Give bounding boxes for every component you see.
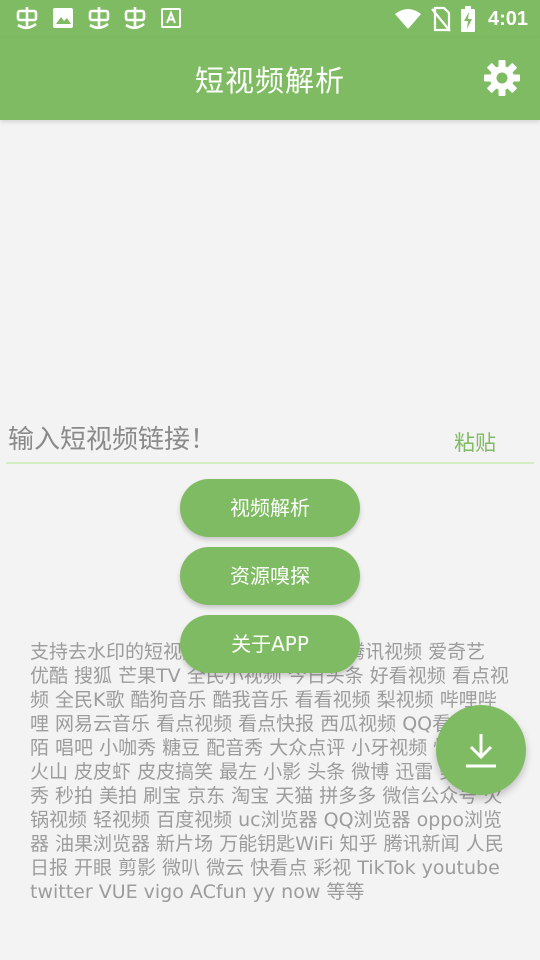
status-bar: 4:01 — [0, 0, 540, 38]
paste-button[interactable]: 粘贴 — [444, 426, 506, 460]
parse-video-button[interactable]: 视频解析 — [180, 479, 360, 537]
keyboard-a-icon — [161, 8, 181, 28]
download-fab[interactable] — [436, 705, 526, 795]
status-time: 4:01 — [487, 7, 528, 30]
image-icon — [53, 8, 73, 28]
app-screen: 4:01 短视频解析 粘贴 支持去水印的短视频平台：抖音 快手 腾讯视频 爱奇艺… — [0, 0, 540, 960]
about-app-button[interactable]: 关于APP — [180, 615, 360, 673]
battery-charging-icon — [460, 6, 475, 32]
input-underline — [6, 462, 534, 464]
download-icon — [466, 734, 496, 768]
supported-platforms-text: 支持去水印的短视频平台：抖音 快手 腾讯视频 爱奇艺 优酷 搜狐 芒果TV 全民… — [30, 641, 509, 903]
notification-app-icon — [124, 7, 146, 30]
resource-sniff-button[interactable]: 资源嗅探 — [180, 547, 360, 605]
notification-app-icon — [88, 7, 110, 30]
system-status-icons: 4:01 — [394, 5, 528, 33]
gear-icon[interactable] — [482, 58, 522, 98]
notification-app-icon — [16, 7, 38, 30]
wifi-icon — [394, 9, 421, 29]
app-bar: 短视频解析 — [0, 38, 540, 120]
notification-icons — [14, 5, 184, 31]
no-sim-icon — [431, 6, 451, 32]
video-url-input[interactable] — [6, 418, 438, 462]
app-title: 短视频解析 — [194, 64, 345, 98]
